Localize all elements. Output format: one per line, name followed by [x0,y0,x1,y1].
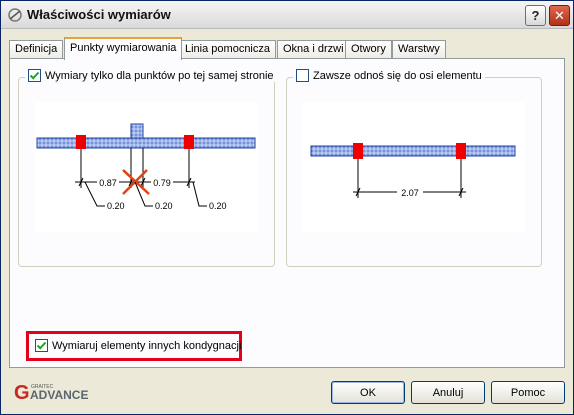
dimension-label: 0.79 [153,178,171,188]
same-side-diagram: 0.87 0.79 0.20 0.20 0.20 [35,102,257,232]
svg-text:G: G [14,382,30,403]
cancel-button[interactable]: Anuluj [411,381,485,404]
same-side-checkbox[interactable] [28,69,41,82]
tab-warstwy[interactable]: Warstwy [392,40,446,59]
group-element-axis: Zawsze odnoś się do osi elementu 2.07 [286,69,542,267]
tab-otwory[interactable]: Otwory [345,40,392,59]
close-icon: ✕ [554,7,565,23]
element-axis-diagram: 2.07 [303,102,525,232]
graitec-advance-logo: G GRAITEC ADVANCE [14,382,88,403]
dimension-point [353,143,363,159]
window-title: Właściwości wymiarów [27,7,171,22]
tab-punkty-wymiarowania[interactable]: Punkty wymiarowania [64,37,183,60]
svg-text:ADVANCE: ADVANCE [30,388,88,402]
dimension-point [456,143,466,159]
dimension-label: 0.87 [99,178,117,188]
group-same-side: Wymiary tylko dla punktów po tej samej s… [18,69,277,267]
title-bar: Właściwości wymiarów ? ✕ [1,1,573,29]
ok-button[interactable]: OK [331,381,405,404]
wall-stub [130,123,144,139]
dimension-label: 0.20 [155,201,173,211]
dimension-label: 2.07 [401,188,419,198]
checkmark-icon [29,71,40,80]
highlight-frame: Wymiaruj elementy innych kondygnacji [26,331,242,361]
tab-okna-i-drzwi[interactable]: Okna i drzwi [277,40,350,59]
dimension-point [184,135,194,149]
other-storeys-label: Wymiaruj elementy innych kondygnacji [52,339,242,352]
dialog-window: Właściwości wymiarów ? ✕ Definicja Punkt… [0,0,574,415]
other-storeys-checkbox[interactable] [35,339,48,352]
axis-option[interactable]: Zawsze odnoś się do osi elementu [293,69,485,82]
same-side-option[interactable]: Wymiary tylko dla punktów po tej samej s… [25,69,277,82]
dimension-point [76,135,86,149]
wall-shape [36,137,256,149]
tab-linia-pomocnicza[interactable]: Linia pomocnicza [179,40,276,59]
dimension-label: 0.20 [209,201,227,211]
help-title-button[interactable]: ? [525,5,546,26]
tab-definicja[interactable]: Definicja [9,40,64,59]
wall-shape [310,145,516,157]
checkmark-icon [36,341,47,350]
help-button[interactable]: Pomoc [491,381,565,404]
dimension-label: 0.20 [107,201,125,211]
axis-checkbox[interactable] [296,69,309,82]
close-button[interactable]: ✕ [549,5,570,26]
other-storeys-option[interactable]: Wymiaruj elementy innych kondygnacji [35,339,241,352]
axis-label: Zawsze odnoś się do osi elementu [313,69,482,82]
same-side-label: Wymiary tylko dla punktów po tej samej s… [45,69,274,82]
tab-panel: Wymiary tylko dla punktów po tej samej s… [9,58,565,368]
app-icon [8,8,22,22]
